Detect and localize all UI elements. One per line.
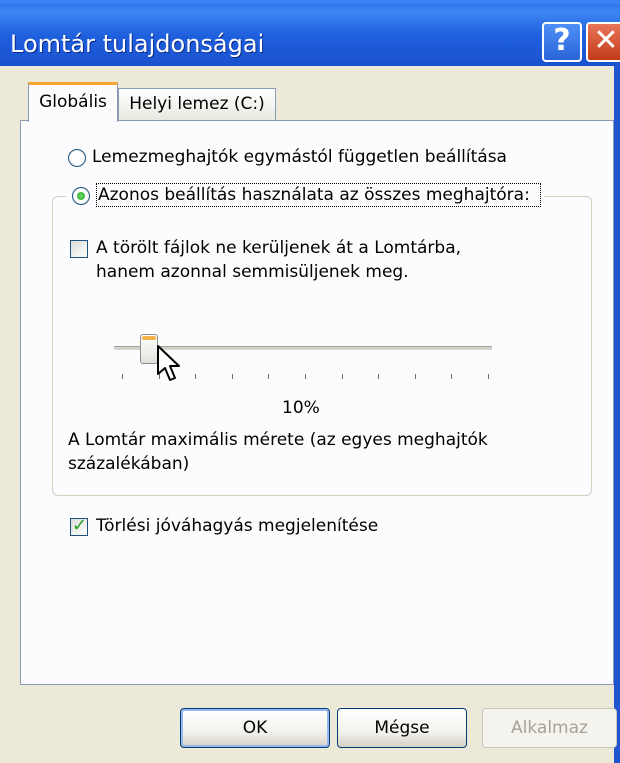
tab-globalis[interactable]: Globális [28,82,118,122]
tab-label: Globális [39,92,107,112]
close-button[interactable]: ✕ [586,22,620,62]
slider-tick [451,374,453,379]
slider-tick [414,374,416,379]
independent-settings-label[interactable]: Lemezmeghajtók egymástól független beáll… [92,147,507,167]
confirm-delete-checkbox[interactable]: ✓ [70,515,88,536]
size-slider-thumb[interactable] [139,334,158,364]
apply-button[interactable]: Alkalmaz [482,708,617,748]
slider-tick [378,374,380,379]
ok-button[interactable]: OK [180,708,330,748]
window-title: Lomtár tulajdonságai [10,30,265,58]
size-value-text: 10% [282,398,320,418]
help-button[interactable]: ? [542,22,582,62]
slider-tick [305,374,306,379]
slider-tick [341,374,343,379]
title-bar[interactable]: Lomtár tulajdonságai ? ✕ [0,0,620,66]
same-settings-label[interactable]: Azonos beállítás használata az összes me… [98,185,530,205]
mouse-pointer-icon [157,345,180,381]
same-settings-radio[interactable] [72,187,90,205]
radio-selected-dot [77,192,85,200]
slider-tick [231,374,233,379]
confirm-delete-label[interactable]: Törlési jóváhagyás megjelenítése [96,516,378,536]
help-icon: ? [553,23,571,58]
delete-immediately-label-line1[interactable]: A törölt fájlok ne kerüljenek át a Lomtá… [96,238,461,258]
independent-settings-radio[interactable] [68,149,86,167]
tab-label: Helyi lemez (C:) [129,94,265,114]
size-caption-line1: A Lomtár maximális mérete (az egyes megh… [68,430,488,450]
check-mark-icon: ✓ [72,515,88,536]
slider-tick [195,374,197,379]
delete-immediately-label-line2[interactable]: hanem azonnal semmisüljenek meg. [96,262,409,282]
close-icon: ✕ [593,23,619,58]
size-caption-line2: százalékában) [68,454,190,474]
delete-immediately-checkbox[interactable] [70,240,88,258]
slider-tick [122,374,123,379]
window-frame-right [614,66,620,763]
cancel-button[interactable]: Mégse [337,708,467,748]
slider-tick [488,374,489,379]
tab-helyi-lemez[interactable]: Helyi lemez (C:) [118,88,276,120]
slider-tick [268,374,270,379]
